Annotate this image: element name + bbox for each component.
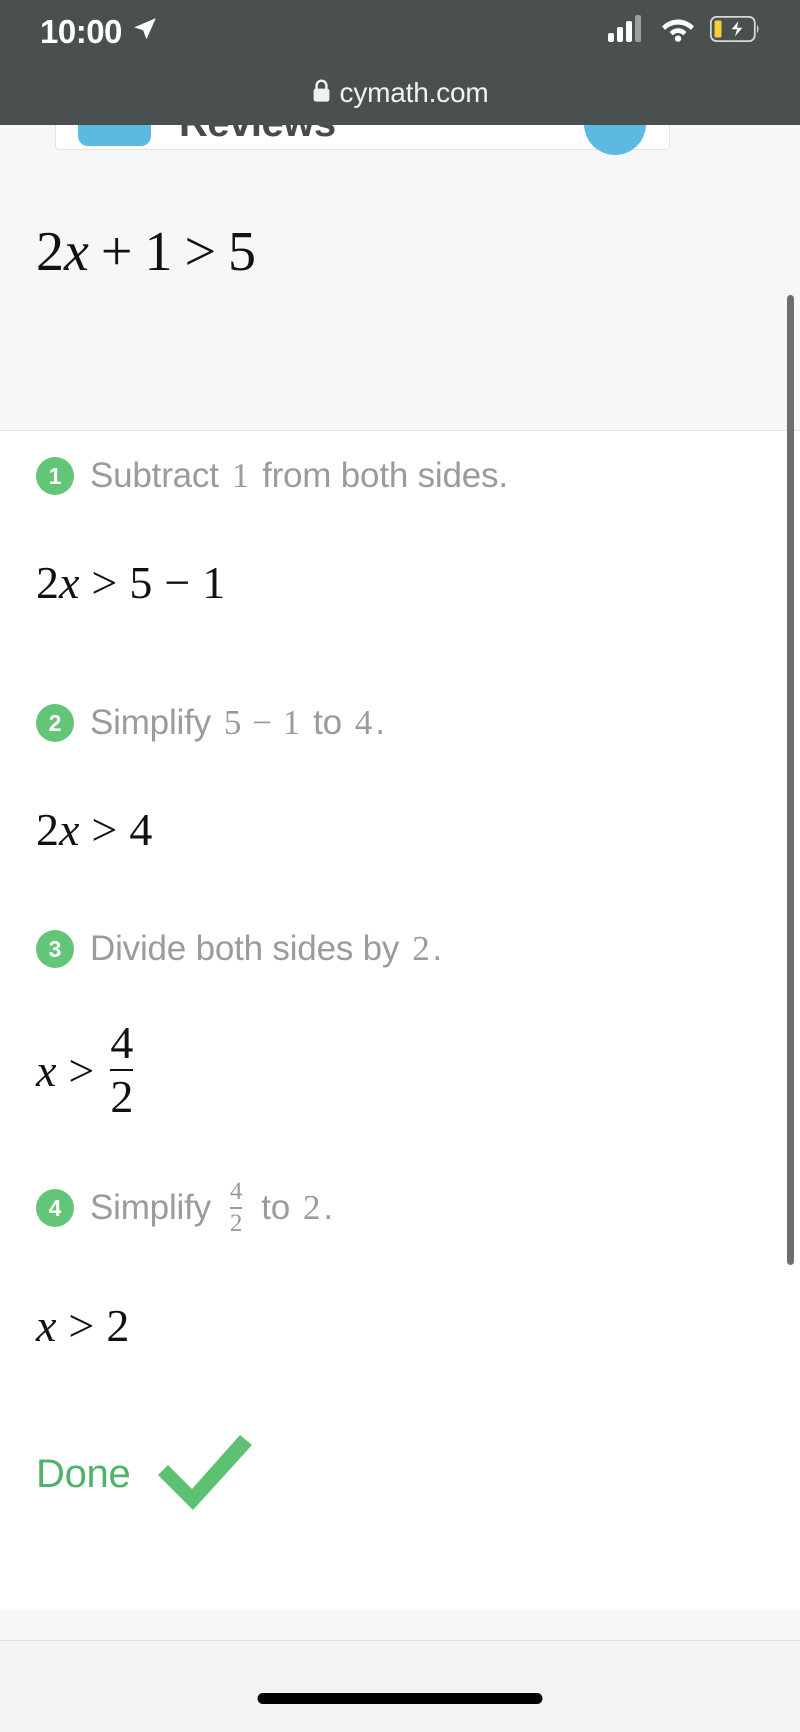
step-4-text: Simplify 4 2 to 2. — [90, 1178, 333, 1238]
status-bar-right — [608, 15, 760, 47]
step-1-text: Subtract 1 from both sides. — [90, 456, 508, 496]
step-1-result-b: 1 — [202, 557, 226, 608]
problem-variable: x — [64, 221, 89, 283]
step-3-header: 3 Divide both sides by 2. — [36, 929, 442, 969]
step-1-tail: from both sides. — [262, 456, 508, 495]
solution-steps-panel: 1 Subtract 1 from both sides. 2 x >5−1 2 Sim… — [0, 430, 800, 1610]
problem-coefficient: 2 — [36, 221, 64, 283]
problem-equation: 2x +1 >5 — [36, 220, 256, 284]
step-4-result: x >2 — [36, 1299, 129, 1352]
step-2-expr-a: 5 — [223, 703, 242, 742]
status-bar: 10:00 — [0, 0, 800, 62]
browser-bottom-bar — [0, 1640, 800, 1732]
step-1-result-variable: x — [59, 557, 80, 608]
step-1-header: 1 Subtract 1 from both sides. — [36, 456, 508, 496]
step-3-operand: 2 — [412, 929, 430, 968]
step-2-expr-operator: − — [252, 703, 272, 742]
step-2-result-relation: > — [91, 804, 118, 855]
step-2-expr-b: 1 — [282, 703, 301, 742]
step-4-to-label: to — [261, 1188, 291, 1228]
step-2-period: . — [375, 703, 385, 742]
done-label: Done — [36, 1452, 131, 1496]
step-1-result-coefficient: 2 — [36, 557, 59, 608]
step-2-header: 2 Simplify 5−1 to 4. — [36, 703, 385, 743]
step-2-badge: 2 — [36, 704, 74, 742]
step-1-result-a: 5 — [129, 557, 153, 608]
step-2-result-value: 4 — [129, 804, 153, 855]
checkmark-icon — [152, 1431, 257, 1518]
step-4-fraction: 42 — [229, 1178, 243, 1238]
problem-plus-operator: + — [100, 221, 133, 283]
step-3-verb: Divide both sides by — [90, 929, 400, 968]
problem-constant: 1 — [144, 221, 173, 283]
step-3-fraction: 42 — [110, 1017, 134, 1123]
phone-screen: 10:00 cymath.com 2x + 1 > 5 1 Subtract 1… — [0, 0, 800, 1732]
step-3-fraction-denominator: 2 — [110, 1069, 134, 1123]
step-4-result-value: 2 — [106, 1300, 130, 1351]
step-3-fraction-numerator: 4 — [110, 1017, 134, 1068]
problem-area: 2x +1 >5 — [0, 125, 800, 430]
step-4-result-relation: > — [68, 1300, 95, 1351]
step-1-operand: 1 — [231, 456, 250, 495]
step-1-result: 2 x >5−1 — [36, 556, 225, 609]
vertical-scrollbar[interactable] — [787, 295, 794, 1265]
step-1-result-operator: − — [164, 557, 191, 608]
step-2-text: Simplify 5−1 to 4. — [90, 703, 385, 743]
step-2-result-coefficient: 2 — [36, 804, 59, 855]
step-2-expr-result: 4 — [354, 703, 373, 742]
lock-icon — [312, 79, 331, 108]
step-3-badge: 3 — [36, 930, 74, 968]
step-1-verb: Subtract — [90, 456, 219, 495]
cellular-signal-icon — [608, 15, 646, 47]
step-3-result-relation: > — [68, 1044, 95, 1096]
status-bar-clock: 10:00 — [40, 12, 122, 50]
step-2-result-variable: x — [59, 804, 80, 855]
step-4-result-variable: x — [36, 1300, 57, 1351]
step-2-result: 2 x >4 — [36, 803, 152, 856]
step-3-result-variable: x — [36, 1044, 57, 1096]
step-2-verb: Simplify — [90, 703, 211, 742]
step-3-text: Divide both sides by 2. — [90, 929, 442, 969]
step-4-period: . — [323, 1188, 333, 1228]
status-bar-left: 10:00 — [40, 15, 158, 48]
home-indicator[interactable] — [257, 1693, 543, 1704]
step-4-fraction-denominator: 2 — [229, 1207, 242, 1237]
battery-charging-icon — [709, 15, 760, 47]
browser-url-bar[interactable]: cymath.com — [0, 62, 800, 124]
step-4-fraction-numerator: 4 — [229, 1178, 243, 1205]
done-row: Done — [36, 1431, 257, 1518]
step-1-result-relation: > — [91, 557, 118, 608]
step-4-expr-result: 2 — [303, 1188, 321, 1228]
step-4-header: 4 Simplify 4 2 to 2. — [36, 1178, 333, 1238]
url-text: cymath.com — [339, 77, 489, 108]
browser-chrome: 10:00 cymath.com — [0, 0, 800, 125]
problem-rhs: 5 — [228, 221, 257, 283]
wifi-icon — [660, 15, 696, 47]
problem-relation-operator: > — [184, 221, 217, 283]
step-3-tail: . — [432, 929, 443, 968]
step-4-badge: 4 — [36, 1189, 74, 1228]
step-1-badge: 1 — [36, 457, 74, 495]
location-arrow-icon — [132, 16, 158, 47]
step-4-verb: Simplify — [90, 1188, 211, 1228]
step-2-to-label: to — [313, 703, 342, 742]
step-3-result: x >4 2 — [36, 1017, 137, 1123]
